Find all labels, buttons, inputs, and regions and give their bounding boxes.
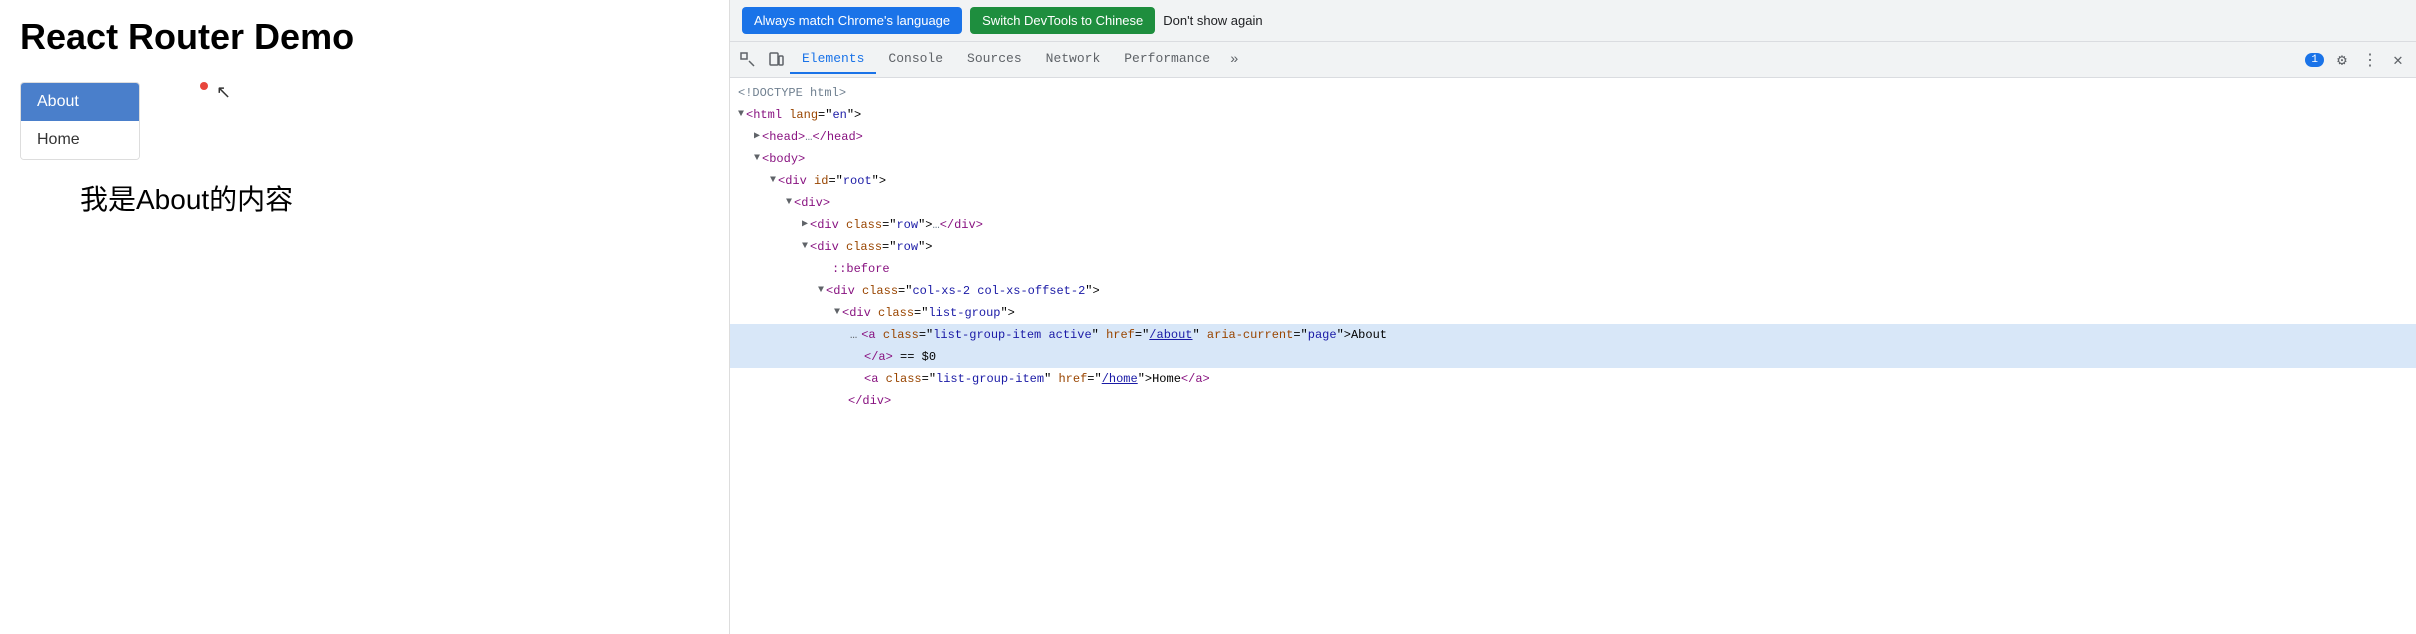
close-devtools-button[interactable]: ✕ — [2384, 46, 2412, 74]
cursor-dot — [200, 82, 208, 90]
dom-html[interactable]: ▼ <html lang =" en "> — [730, 104, 2416, 126]
about-content: 我是About的内容 — [80, 178, 293, 218]
notification-bar: Always match Chrome's language Switch De… — [730, 0, 2416, 42]
notification-badge: 1 — [2305, 53, 2324, 67]
triangle-icon[interactable]: ▼ — [818, 282, 824, 300]
dom-div-col[interactable]: ▼ <div class =" col-xs-2 col-xs-offset-2… — [730, 280, 2416, 302]
settings-icon[interactable]: ⚙ — [2328, 46, 2356, 74]
dom-a-about-close: </a> == $0 — [730, 346, 2416, 368]
dont-show-again-button[interactable]: Don't show again — [1163, 13, 1262, 28]
triangle-icon[interactable]: ▶ — [754, 128, 760, 146]
devtools-panel: Elements Console Sources Network Perform… — [730, 0, 2416, 634]
dom-a-about[interactable]: … <a class =" list-group-item active " h… — [730, 324, 2416, 346]
tab-sources[interactable]: Sources — [955, 45, 1034, 74]
dom-body[interactable]: ▼ <body> — [730, 148, 2416, 170]
dom-a-home[interactable]: <a class =" list-group-item " href =" /h… — [730, 368, 2416, 390]
switch-chinese-button[interactable]: Switch DevTools to Chinese — [970, 7, 1155, 34]
browser-panel: React Router Demo About Home ↖ 我是About的内… — [0, 0, 730, 634]
devtools-dom-content: <!DOCTYPE html> ▼ <html lang =" en "> ▶ … — [730, 78, 2416, 634]
triangle-icon[interactable]: ▼ — [770, 172, 776, 190]
dom-div-inner[interactable]: ▼ <div> — [730, 192, 2416, 214]
cursor-arrow: ↖ — [216, 82, 231, 103]
page-title: React Router Demo — [20, 16, 709, 58]
tab-console[interactable]: Console — [876, 45, 955, 74]
devtools-tabs: Elements Console Sources Network Perform… — [730, 42, 2416, 78]
more-options-icon[interactable]: ⋮ — [2356, 46, 2384, 74]
nav-about[interactable]: About — [21, 83, 139, 121]
triangle-icon[interactable]: ▼ — [834, 304, 840, 322]
triangle-icon[interactable]: ▼ — [738, 106, 744, 124]
triangle-icon[interactable]: ▼ — [786, 194, 792, 212]
triangle-icon[interactable]: ▶ — [802, 216, 808, 234]
more-tabs-button[interactable]: » — [1222, 48, 1246, 72]
device-icon[interactable] — [762, 46, 790, 74]
dom-before-pseudo: ::before — [730, 258, 2416, 280]
content-area: 我是About的内容 — [20, 178, 709, 218]
tab-network[interactable]: Network — [1034, 45, 1113, 74]
inspector-icon[interactable] — [734, 46, 762, 74]
triangle-icon[interactable]: ▼ — [802, 238, 808, 256]
match-language-button[interactable]: Always match Chrome's language — [742, 7, 962, 34]
tab-elements[interactable]: Elements — [790, 45, 876, 74]
main-layout: React Router Demo About Home ↖ 我是About的内… — [0, 0, 2416, 634]
dom-div-list-group[interactable]: ▼ <div class =" list-group "> — [730, 302, 2416, 324]
dom-doctype: <!DOCTYPE html> — [730, 82, 2416, 104]
nav-home[interactable]: Home — [21, 121, 139, 159]
triangle-icon[interactable]: ▼ — [754, 150, 760, 168]
nav-menu: About Home — [20, 82, 140, 160]
tab-performance[interactable]: Performance — [1112, 45, 1222, 74]
dom-div-root[interactable]: ▼ <div id =" root "> — [730, 170, 2416, 192]
dom-div-row-open[interactable]: ▼ <div class =" row "> — [730, 236, 2416, 258]
dom-div-list-group-close: </div> — [730, 390, 2416, 412]
dom-ellipsis: … — [850, 326, 857, 344]
dom-head[interactable]: ▶ <head> … </head> — [730, 126, 2416, 148]
dom-div-row-collapsed[interactable]: ▶ <div class =" row "> … </div> — [730, 214, 2416, 236]
